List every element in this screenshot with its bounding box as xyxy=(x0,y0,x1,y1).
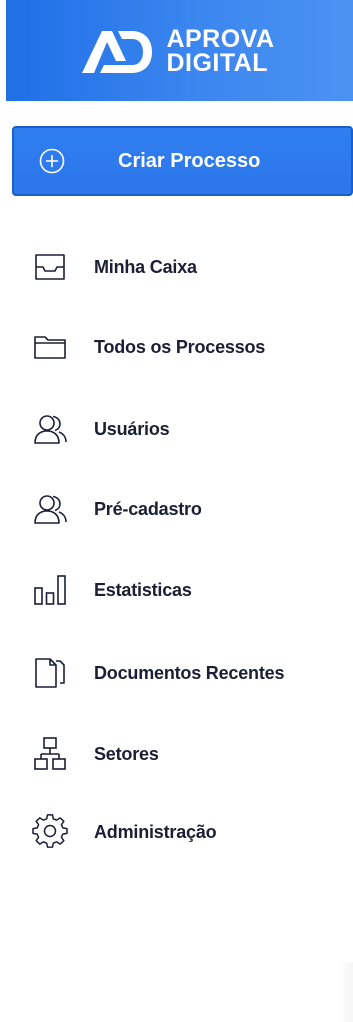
users-icon xyxy=(30,489,70,529)
sidebar-item-label: Estatisticas xyxy=(94,579,192,600)
brand-name-line1: APROVA xyxy=(166,24,275,53)
sidebar-item-todos-processos[interactable]: Todos os Processos xyxy=(30,325,340,369)
brand-logo: APROVA DIGITAL xyxy=(80,24,275,77)
sidebar-item-label: Minha Caixa xyxy=(94,256,197,277)
inbox-icon xyxy=(30,247,70,287)
sidebar-item-administracao[interactable]: Administração xyxy=(30,810,340,854)
brand-header[interactable]: APROVA DIGITAL xyxy=(6,0,353,101)
sidebar-item-label: Administração xyxy=(94,821,217,842)
sidebar-item-setores[interactable]: Setores xyxy=(30,732,340,776)
aprova-digital-logo-icon xyxy=(80,27,154,75)
create-process-button[interactable]: Criar Processo xyxy=(12,126,353,196)
sidebar: APROVA DIGITAL Criar Processo Minha Caix… xyxy=(0,0,353,1022)
sidebar-item-estatisticas[interactable]: Estatisticas xyxy=(30,568,340,612)
folder-icon xyxy=(30,327,70,367)
gear-icon xyxy=(30,812,70,852)
sidebar-item-usuarios[interactable]: Usuários xyxy=(30,407,340,451)
create-process-label: Criar Processo xyxy=(118,150,261,172)
plus-circle-icon xyxy=(39,148,65,174)
bar-chart-icon xyxy=(30,570,70,610)
sidebar-item-label: Pré-cadastro xyxy=(94,498,202,519)
sidebar-item-label: Setores xyxy=(94,743,159,764)
sidebar-item-minha-caixa[interactable]: Minha Caixa xyxy=(30,245,340,289)
brand-name-line2: DIGITAL xyxy=(166,48,269,77)
panel-edge-shadow xyxy=(339,962,353,1022)
sidebar-item-pre-cadastro[interactable]: Pré-cadastro xyxy=(30,487,340,531)
sidebar-item-label: Usuários xyxy=(94,418,170,439)
sidebar-item-label: Documentos Recentes xyxy=(94,662,285,683)
users-icon xyxy=(30,409,70,449)
sidebar-item-label: Todos os Processos xyxy=(94,336,266,357)
sidebar-item-documentos-recentes[interactable]: Documentos Recentes xyxy=(30,651,340,695)
sitemap-icon xyxy=(30,734,70,774)
documents-icon xyxy=(30,653,70,693)
